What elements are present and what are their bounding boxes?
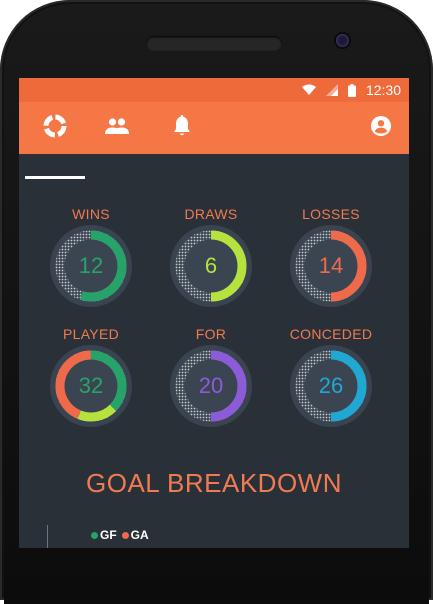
stat-label: WINS	[72, 206, 110, 222]
bell-icon	[173, 115, 191, 141]
front-camera	[336, 34, 349, 47]
stat-losses: LOSSES 14	[271, 206, 391, 318]
stat-value: 32	[78, 373, 104, 398]
legend-item-ga: GA	[121, 528, 149, 542]
tab-dashboard[interactable]	[25, 102, 85, 154]
stat-label: FOR	[195, 326, 227, 342]
stat-label: LOSSES	[302, 206, 360, 222]
donut-chart-icon	[42, 113, 68, 143]
tab-notifications[interactable]	[152, 102, 212, 154]
legend-label: GF	[100, 528, 117, 542]
earpiece-speaker	[146, 36, 282, 51]
people-icon	[104, 117, 130, 139]
legend-item-gf: GF	[91, 528, 117, 542]
stat-value: 6	[204, 253, 218, 278]
app-bar	[19, 102, 409, 179]
stat-played: PLAYED 32	[31, 326, 151, 438]
stat-label: CONCEDED	[289, 326, 373, 342]
stat-wins: WINS 12	[31, 206, 151, 318]
stat-label: PLAYED	[62, 326, 119, 342]
profile-button[interactable]	[351, 102, 409, 154]
stat-value: 12	[78, 253, 104, 278]
stat-value: 20	[198, 373, 224, 398]
stat-value: 14	[318, 253, 344, 278]
legend-dot	[91, 531, 98, 539]
app-screen: 12:30 WINS 12 DRAWS 6 LOSSES 14 PLAYED 3…	[19, 78, 409, 548]
legend-label: GA	[130, 528, 149, 542]
status-time: 12:30	[365, 82, 401, 98]
stat-label: DRAWS	[184, 206, 238, 222]
stat-value: 26	[318, 373, 344, 398]
signal-icon	[325, 84, 338, 96]
wifi-icon	[301, 84, 316, 96]
chart-legend: GF GA	[91, 528, 154, 542]
goal-breakdown-title: GOAL BREAKDOWN	[86, 468, 342, 498]
stat-for: FOR 20	[151, 326, 271, 438]
tab-team[interactable]	[87, 102, 147, 154]
phone-frame: 12:30 WINS 12 DRAWS 6 LOSSES 14 PLAYED 3…	[0, 0, 433, 604]
legend-dot	[121, 531, 129, 539]
account-circle-icon	[370, 115, 392, 141]
stat-draws: DRAWS 6	[151, 206, 271, 318]
battery-icon	[347, 83, 356, 97]
chart-axis	[47, 525, 48, 548]
tab-indicator	[25, 176, 85, 179]
status-bar: 12:30	[19, 78, 409, 102]
stat-conceded: CONCEDED 26	[271, 326, 391, 438]
